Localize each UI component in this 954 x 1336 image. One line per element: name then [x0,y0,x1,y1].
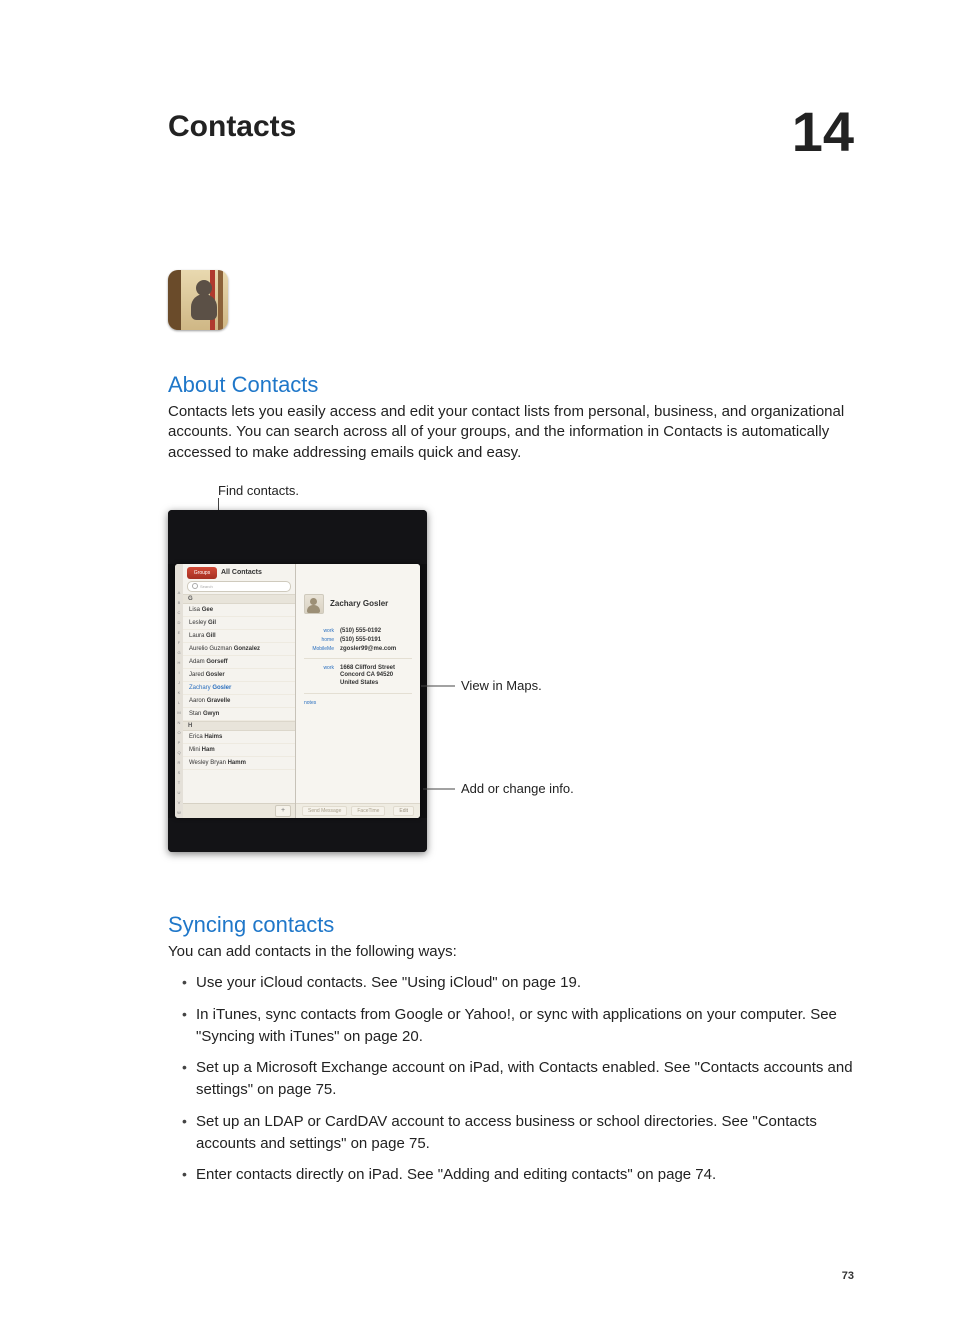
contact-row[interactable]: Zachary Gosler [183,682,295,695]
index-letter[interactable]: U [178,790,181,795]
contacts-app-icon [168,270,228,330]
contact-row[interactable]: Mini Ham [183,744,295,757]
index-letter[interactable]: V [178,800,181,805]
index-letter[interactable]: E [178,630,181,635]
index-strip: ABCDEFGHIJKLMNOPQRSTUVWXYZ# [175,564,183,818]
index-letter[interactable]: C [178,610,181,615]
groups-button[interactable]: Groups [187,567,217,579]
index-letter[interactable]: F [178,640,180,645]
index-letter[interactable]: W [177,810,181,815]
contact-row[interactable]: Wesley Bryan Hamm [183,757,295,770]
contact-row[interactable]: Stan Gwyn [183,708,295,721]
contact-row[interactable]: Adam Gorseff [183,656,295,669]
index-letter[interactable]: Q [177,750,180,755]
page-number: 73 [842,1270,854,1282]
syncing-intro: You can add contacts in the following wa… [168,942,854,962]
list-item: Set up a Microsoft Exchange account on i… [182,1057,854,1101]
index-letter[interactable]: O [177,730,180,735]
list-item: Set up an LDAP or CardDAV account to acc… [182,1111,854,1155]
list-item: Enter contacts directly on iPad. See "Ad… [182,1164,854,1186]
index-letter[interactable]: I [178,670,179,675]
contact-card-pane: Zachary Gosler work(510) 555-0192 home(51… [296,564,420,818]
send-message-button[interactable]: Send Message [302,806,347,816]
facetime-button[interactable]: FaceTime [351,806,385,816]
edit-button[interactable]: Edit [393,806,414,816]
contacts-list-pane: Groups All Contacts Search GLisa GeeLesl… [183,564,296,818]
index-letter[interactable]: L [178,700,180,705]
chapter-title: Contacts [168,110,296,144]
index-letter[interactable]: J [178,680,180,685]
index-letter[interactable]: T [178,780,180,785]
index-letter[interactable]: D [178,620,181,625]
contact-row[interactable]: Lisa Gee [183,604,295,617]
index-letter[interactable]: A [178,590,181,595]
contact-field[interactable]: MobileMezgosler99@me.com [304,646,412,652]
index-letter[interactable]: S [178,770,181,775]
contacts-screenshot: ABCDEFGHIJKLMNOPQRSTUVWXYZ# Groups All C… [168,510,427,852]
contact-field[interactable]: work(510) 555-0192 [304,628,412,634]
callout-view-in-maps: View in Maps. [461,678,542,694]
index-letter[interactable]: G [177,650,180,655]
contact-row[interactable]: Aurelio Guzman Gonzalez [183,643,295,656]
index-letter[interactable]: K [178,690,181,695]
search-input[interactable]: Search [187,581,291,592]
index-letter[interactable]: N [178,720,181,725]
all-contacts-title: All Contacts [221,569,262,576]
contact-name: Zachary Gosler [330,599,388,608]
notes-label: notes [304,700,412,706]
callout-add-change-info: Add or change info. [461,781,574,797]
avatar [304,594,324,614]
contact-row[interactable]: Erica Haims [183,731,295,744]
section-heading-syncing: Syncing contacts [168,912,854,938]
index-letter[interactable]: R [178,760,181,765]
address-field[interactable]: work 1668 Clifford StreetConcord CA 9452… [304,665,412,688]
contact-row[interactable]: Laura Gill [183,630,295,643]
section-letter: G [183,594,295,604]
search-icon [192,583,198,589]
section-heading-about: About Contacts [168,372,854,398]
index-letter[interactable]: M [177,710,180,715]
contact-row[interactable]: Lesley Gil [183,617,295,630]
index-letter[interactable]: H [178,660,181,665]
contact-field[interactable]: home(510) 555-0191 [304,637,412,643]
contact-row[interactable]: Aaron Gravelle [183,695,295,708]
list-item: Use your iCloud contacts. See "Using iCl… [182,972,854,994]
index-letter[interactable]: B [178,600,181,605]
index-letter[interactable]: P [178,740,181,745]
section-letter: H [183,721,295,731]
about-body: Contacts lets you easily access and edit… [168,402,854,463]
chapter-number: 14 [792,104,854,160]
callout-find-contacts: Find contacts. [218,483,598,498]
contact-row[interactable]: Jared Gosler [183,669,295,682]
list-item: In iTunes, sync contacts from Google or … [182,1004,854,1048]
add-contact-button[interactable]: + [275,805,291,817]
